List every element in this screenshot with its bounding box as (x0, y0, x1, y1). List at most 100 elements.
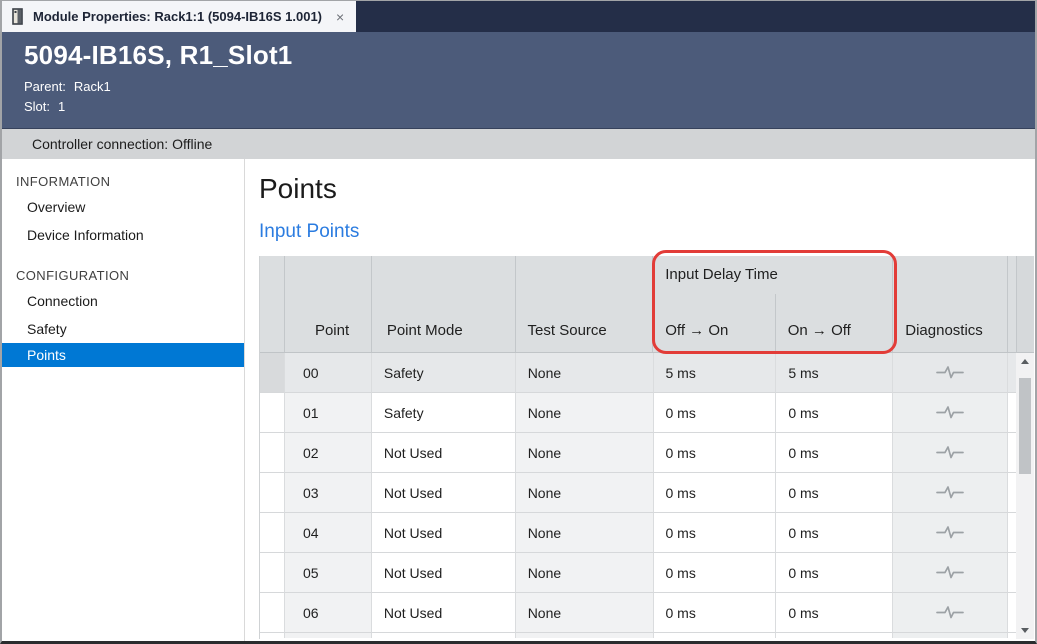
test-source-cell[interactable]: None (516, 513, 654, 553)
parent-value: Rack1 (74, 79, 111, 94)
point-cell[interactable]: 04 (285, 513, 372, 553)
diagnostics-cell[interactable] (893, 513, 1008, 553)
page-title: Points (259, 173, 1035, 205)
row-indicator-cell[interactable] (260, 513, 285, 553)
test-source-cell[interactable]: None (516, 433, 654, 473)
tab-bar: Module Properties: Rack1:1 (5094-IB16S 1… (2, 1, 1035, 32)
diagnostics-cell[interactable] (893, 633, 1008, 638)
row-indicator-cell[interactable] (260, 433, 285, 473)
point-mode-cell[interactable]: Not Used (372, 553, 516, 593)
on-to-off-cell[interactable]: 0 ms (776, 553, 893, 593)
tab-module-properties[interactable]: Module Properties: Rack1:1 (5094-IB16S 1… (2, 1, 356, 32)
test-source-cell[interactable]: None (516, 473, 654, 513)
row-indicator-cell[interactable] (260, 353, 285, 393)
slot-label: Slot: (24, 99, 50, 114)
tab-title: Module Properties: Rack1:1 (5094-IB16S 1… (33, 9, 322, 24)
diagnostics-cell[interactable] (893, 593, 1008, 633)
input-points-table: Point Point Mode Test Source Input Delay… (259, 256, 1016, 639)
row-indicator-cell[interactable] (260, 553, 285, 593)
module-title: 5094-IB16S, R1_Slot1 (24, 40, 1035, 71)
off-to-on-cell[interactable]: 0 ms (654, 593, 777, 633)
diagnostics-pulse-icon (935, 565, 965, 580)
off-to-on-cell[interactable]: 0 ms (654, 553, 777, 593)
test-source-cell[interactable]: None (516, 393, 654, 433)
on-to-off-cell[interactable]: 0 ms (776, 433, 893, 473)
sidebar-gap (2, 249, 244, 263)
test-source-cell[interactable]: None (516, 353, 654, 393)
filler-cell (1008, 473, 1016, 513)
row-indicator-cell[interactable] (260, 393, 285, 433)
test-source-cell[interactable]: None (516, 593, 654, 633)
on-to-off-cell[interactable]: 0 ms (776, 473, 893, 513)
filler-cell (1008, 553, 1016, 593)
sidebar-item-safety[interactable]: Safety (2, 315, 244, 343)
tab-close-icon[interactable]: × (336, 10, 344, 24)
main-content: Points Input Points Point Point Mode Tes… (245, 159, 1035, 641)
on-to-off-cell[interactable]: 0 ms (776, 513, 893, 553)
test-source-cell[interactable]: None (516, 553, 654, 593)
on-to-off-cell[interactable]: 5 ms (776, 353, 893, 393)
scroll-down-icon (1021, 628, 1029, 633)
filler-header (1008, 256, 1016, 352)
point-mode-cell[interactable]: Not Used (372, 513, 516, 553)
point-mode-cell[interactable]: Not Used (372, 433, 516, 473)
off-to-on-cell[interactable]: 0 ms (654, 473, 777, 513)
diagnostics-pulse-icon (935, 525, 965, 540)
diagnostics-cell[interactable] (893, 473, 1008, 513)
parent-label: Parent: (24, 79, 66, 94)
on-to-off-cell[interactable] (776, 633, 893, 638)
diagnostics-pulse-icon (935, 605, 965, 620)
diagnostics-cell[interactable] (893, 393, 1008, 433)
point-cell[interactable] (285, 633, 372, 638)
sidebar-item-overview[interactable]: Overview (2, 193, 244, 221)
point-mode-cell[interactable] (372, 633, 516, 638)
diagnostics-pulse-icon (935, 365, 965, 380)
off-to-on-cell[interactable]: 0 ms (654, 513, 777, 553)
test-source-cell[interactable] (516, 633, 654, 638)
sidebar-item-device-information[interactable]: Device Information (2, 221, 244, 249)
module-slot-line: Slot:1 (24, 97, 1035, 117)
filler-cell (1008, 593, 1016, 633)
point-header: Point (285, 256, 372, 352)
point-cell[interactable]: 02 (285, 433, 372, 473)
scroll-down-button[interactable] (1016, 622, 1034, 639)
off-to-on-cell[interactable]: 0 ms (654, 393, 777, 433)
point-mode-cell[interactable]: Not Used (372, 473, 516, 513)
point-mode-cell[interactable]: Not Used (372, 593, 516, 633)
input-points-heading: Input Points (259, 221, 1035, 243)
on-to-off-cell[interactable]: 0 ms (776, 593, 893, 633)
off-to-on-cell[interactable] (654, 633, 777, 638)
filler-cell (1008, 353, 1016, 393)
scrollbar-thumb[interactable] (1019, 378, 1031, 474)
off-to-on-cell[interactable]: 5 ms (654, 353, 777, 393)
row-indicator-cell[interactable] (260, 593, 285, 633)
controller-connection-bar: Controller connection: Offline (2, 128, 1035, 159)
scroll-up-button[interactable] (1016, 353, 1034, 370)
point-cell[interactable]: 06 (285, 593, 372, 633)
sidebar-section-configuration: CONFIGURATION (2, 263, 244, 287)
test-source-header: Test Source (516, 256, 654, 352)
point-cell[interactable]: 05 (285, 553, 372, 593)
off-to-on-header: Off → On (653, 294, 775, 352)
controller-connection-text: Controller connection: Offline (32, 136, 212, 152)
filler-cell (1008, 513, 1016, 553)
row-indicator-cell[interactable] (260, 473, 285, 513)
row-indicator-cell[interactable] (260, 633, 285, 638)
scrollbar-track[interactable] (1016, 353, 1034, 639)
sidebar-item-connection[interactable]: Connection (2, 287, 244, 315)
table-row: 02 Not Used None 0 ms 0 ms (260, 433, 1016, 473)
diagnostics-pulse-icon (935, 445, 965, 460)
point-mode-cell[interactable]: Safety (372, 353, 516, 393)
on-to-off-cell[interactable]: 0 ms (776, 393, 893, 433)
point-cell[interactable]: 00 (285, 353, 372, 393)
scroll-up-icon (1021, 359, 1029, 364)
diagnostics-cell[interactable] (893, 433, 1008, 473)
point-cell[interactable]: 01 (285, 393, 372, 433)
diagnostics-cell[interactable] (893, 553, 1008, 593)
diagnostics-cell[interactable] (893, 353, 1008, 393)
point-cell[interactable]: 03 (285, 473, 372, 513)
off-to-on-cell[interactable]: 0 ms (654, 433, 777, 473)
module-header: 5094-IB16S, R1_Slot1 Parent: Rack1 Slot:1 (2, 32, 1035, 128)
sidebar-item-points[interactable]: Points (2, 343, 244, 367)
point-mode-cell[interactable]: Safety (372, 393, 516, 433)
